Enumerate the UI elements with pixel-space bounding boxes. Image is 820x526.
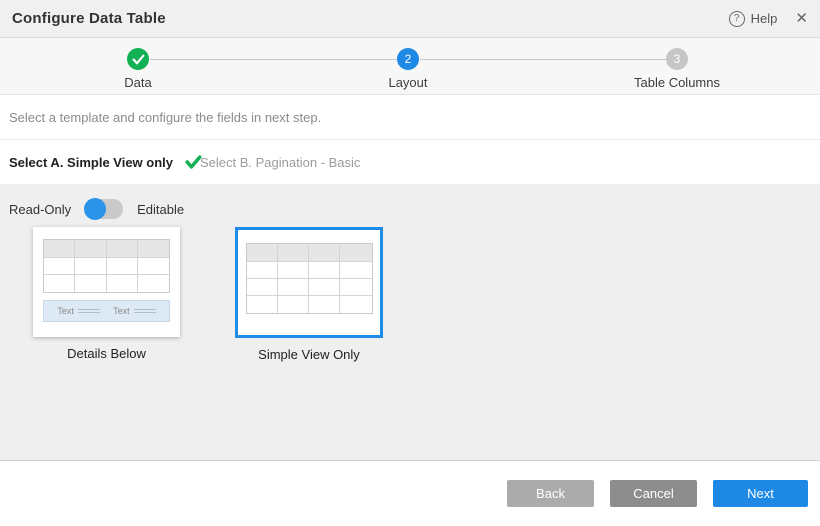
step-3-label: Table Columns (634, 75, 720, 90)
details-below-card-label: Details Below (67, 346, 146, 361)
step-3-table-columns-circle[interactable]: 3 (666, 48, 688, 70)
preview-table-cell (75, 240, 106, 258)
layout-content-area: Read-Only Editable Text Text (0, 185, 820, 461)
template-cards: Text Text Details Below Simple View O (33, 227, 820, 362)
detail-text-label: Text (57, 306, 74, 316)
editable-label: Editable (137, 202, 184, 217)
preview-table-cell (138, 275, 169, 292)
back-button[interactable]: Back (507, 480, 594, 507)
toggle-knob (84, 198, 106, 220)
preview-table-cell (340, 279, 371, 296)
preview-table-cell (309, 296, 340, 313)
option-a-simple-view-only[interactable]: Select A. Simple View only (9, 155, 173, 170)
preview-table-cell (75, 258, 106, 275)
step-2-layout-circle[interactable]: 2 (397, 48, 419, 70)
preview-table-cell (247, 262, 278, 279)
option-b-pagination-basic[interactable]: Select B. Pagination - Basic (200, 155, 360, 170)
preview-table-cell (138, 258, 169, 275)
dialog-title: Configure Data Table (12, 10, 166, 27)
template-details-below: Text Text Details Below (33, 227, 180, 361)
preview-table-cell (247, 279, 278, 296)
step-1-data-circle[interactable] (127, 48, 149, 70)
preview-table-cell (278, 296, 309, 313)
preview-table-cell (247, 296, 278, 313)
next-button[interactable]: Next (713, 480, 808, 507)
preview-table-cell (247, 244, 278, 262)
simple-view-preview-table (246, 243, 373, 314)
detail-item: Text (57, 306, 100, 316)
simple-view-only-card-label: Simple View Only (258, 347, 360, 362)
detail-lines-icon (78, 309, 100, 313)
template-option-row: Select A. Simple View only Select B. Pag… (0, 140, 820, 185)
preview-table-cell (75, 275, 106, 292)
help-icon: ? (729, 11, 745, 27)
check-icon (132, 54, 145, 65)
preview-table-cell (278, 244, 309, 262)
preview-table-cell (44, 240, 75, 258)
step-connector (150, 59, 397, 60)
mode-toggle-row: Read-Only Editable (0, 185, 820, 219)
detail-item: Text (113, 306, 156, 316)
wizard-stepper: 2 3 Data Layout Table Columns (0, 38, 820, 95)
header-actions: ? Help ✕ (729, 11, 808, 27)
template-card-simple-view-only[interactable] (235, 227, 383, 338)
preview-table-cell (340, 262, 371, 279)
details-strip: Text Text (43, 300, 170, 322)
preview-table-cell (44, 258, 75, 275)
preview-table-cell (107, 258, 138, 275)
read-only-editable-toggle[interactable] (85, 199, 123, 219)
detail-text-label: Text (113, 306, 130, 316)
help-button[interactable]: ? Help (729, 11, 778, 27)
preview-table-cell (340, 244, 371, 262)
preview-table-cell (107, 275, 138, 292)
dialog-footer: Back Cancel Next (0, 461, 820, 526)
read-only-label: Read-Only (9, 202, 71, 217)
step-1-label: Data (124, 75, 151, 90)
preview-table-cell (278, 279, 309, 296)
step-connector (420, 59, 666, 60)
template-card-details-below[interactable]: Text Text (33, 227, 180, 337)
preview-table-cell (340, 296, 371, 313)
template-simple-view-only: Simple View Only (235, 227, 383, 362)
step-2-label: Layout (388, 75, 427, 90)
preview-table-cell (309, 279, 340, 296)
help-label: Help (751, 11, 778, 26)
preview-table-cell (309, 244, 340, 262)
dialog-header: Configure Data Table ? Help ✕ (0, 0, 820, 38)
preview-table-cell (309, 262, 340, 279)
close-icon[interactable]: ✕ (795, 11, 808, 26)
configure-data-table-dialog: Configure Data Table ? Help ✕ 2 3 Data L… (0, 0, 820, 526)
instruction-text: Select a template and configure the fiel… (0, 95, 820, 140)
details-below-preview-table (43, 239, 170, 293)
cancel-button[interactable]: Cancel (610, 480, 697, 507)
preview-table-cell (138, 240, 169, 258)
preview-table-cell (107, 240, 138, 258)
preview-table-cell (44, 275, 75, 292)
preview-table-cell (278, 262, 309, 279)
detail-lines-icon (134, 309, 156, 313)
